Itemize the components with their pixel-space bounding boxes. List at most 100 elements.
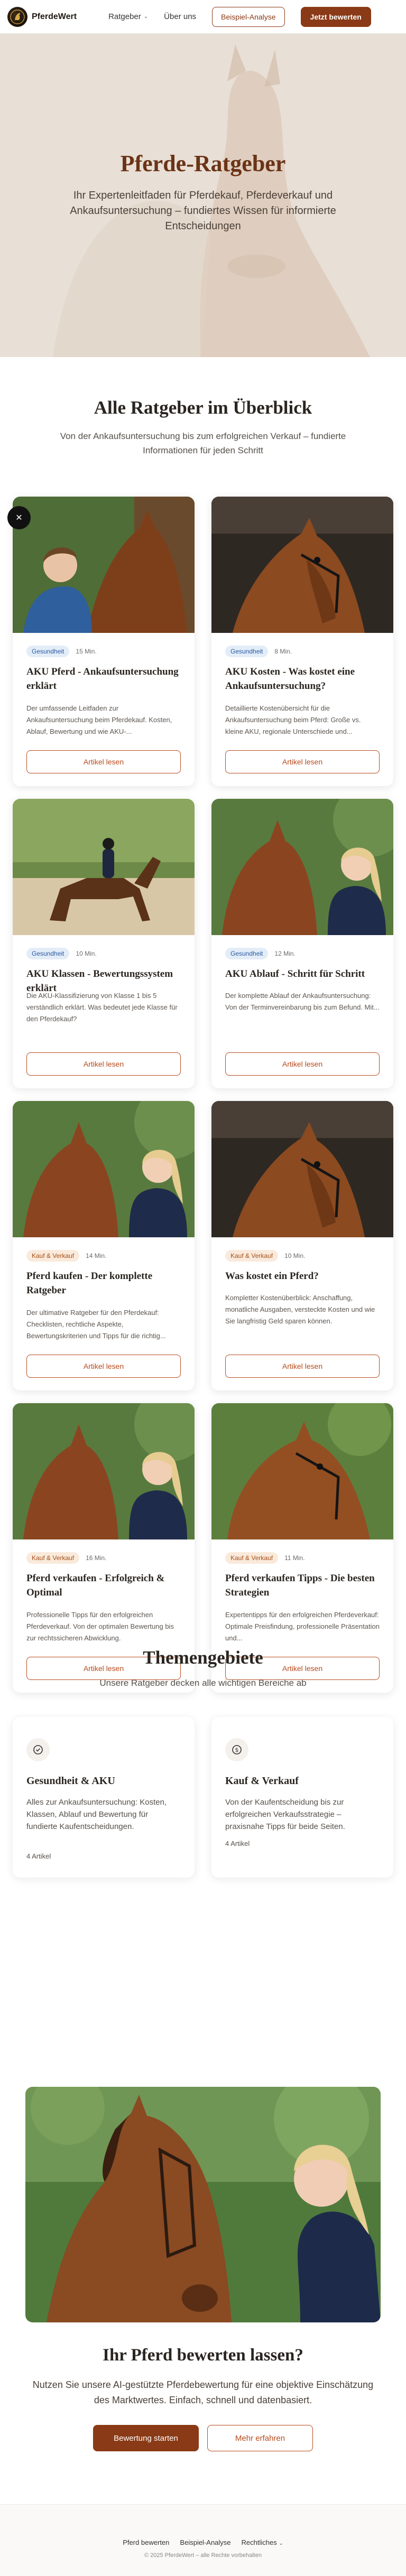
learn-more-button[interactable]: Mehr erfahren <box>207 2425 313 2451</box>
read-time: 14 Min. <box>86 1252 107 1259</box>
nav-item-label: Über uns <box>164 12 197 21</box>
category-badge: Gesundheit <box>26 948 70 959</box>
read-article-button[interactable]: Artikel lesen <box>225 1052 380 1076</box>
article-excerpt: Expertentipps für den erfolgreichen Pfer… <box>225 1611 380 1642</box>
topics-subtitle: Unsere Ratgeber decken alle wichtigen Be… <box>99 1678 307 1688</box>
article-title[interactable]: Was kostet ein Pferd? <box>225 1269 380 1283</box>
example-analysis-button[interactable]: Beispiel-Analyse <box>212 6 285 27</box>
article-excerpt: Der umfassende Leitfaden zur Ankaufsunte… <box>26 704 172 735</box>
category-badge: Gesundheit <box>225 646 269 657</box>
article-excerpt: Professionelle Tipps für den erfolgreich… <box>26 1611 174 1642</box>
footer-link-example[interactable]: Beispiel-Analyse <box>180 2538 230 2546</box>
read-article-button[interactable]: Artikel lesen <box>26 750 181 773</box>
brand-logo[interactable]: PferdeWert <box>7 6 77 27</box>
read-time: 15 Min. <box>76 648 97 655</box>
article-title[interactable]: AKU Kosten - Was kostet eine Ankaufsunte… <box>225 665 380 693</box>
read-article-button[interactable]: Artikel lesen <box>225 750 380 773</box>
article-card[interactable]: Kauf & Verkauf 10 Min. Was kostet ein Pfer… <box>211 1101 393 1390</box>
footer-link-label: Rechtliches <box>241 2538 277 2546</box>
topic-card-health[interactable]: Gesundheit & AKU Alles zur Ankaufsunters… <box>13 1717 195 1878</box>
article-image <box>13 1403 195 1539</box>
nav-item-ueber-uns[interactable]: Über uns <box>164 12 196 21</box>
evaluate-now-button[interactable]: Jetzt bewerten <box>300 6 371 27</box>
read-time: 12 Min. <box>274 950 296 957</box>
footer-link-legal[interactable]: Rechtliches ⌄ <box>242 2538 283 2546</box>
topic-article-count: 4 Artikel <box>225 1840 250 1847</box>
article-card[interactable]: Gesundheit 12 Min. AKU Ablauf - Schritt fü… <box>211 799 393 1088</box>
read-time: 10 Min. <box>76 950 97 957</box>
footer-nav: Pferd bewerten Beispiel-Analyse Rechtlic… <box>0 2538 406 2546</box>
svg-text:$: $ <box>235 1747 239 1753</box>
category-badge: Kauf & Verkauf <box>26 1250 80 1262</box>
read-article-button[interactable]: Artikel lesen <box>26 1355 181 1378</box>
chevron-down-icon: ⌄ <box>279 2541 283 2546</box>
article-title[interactable]: Pferd kaufen - Der komplette Ratgeber <box>26 1269 181 1298</box>
topic-title: Gesundheit & AKU <box>26 1775 115 1787</box>
topics-title: Themengebiete <box>143 1647 263 1668</box>
read-article-button[interactable]: Artikel lesen <box>225 1355 380 1378</box>
article-card[interactable]: Gesundheit 8 Min. AKU Kosten - Was kostet … <box>211 497 393 786</box>
article-image <box>13 497 195 633</box>
hero-subtitle: Ihr Expertenleitfaden für Pferdekauf, Pf… <box>70 190 336 232</box>
start-evaluation-button[interactable]: Bewertung starten <box>93 2425 199 2451</box>
article-image <box>211 1403 393 1539</box>
topic-description: Alles zur Ankaufsuntersuchung: Kosten, K… <box>26 1798 167 1831</box>
overview-title: Alle Ratgeber im Überblick <box>94 397 312 418</box>
article-meta: Gesundheit 8 Min. <box>225 646 292 657</box>
page-title: Pferde-Ratgeber <box>120 151 286 176</box>
floating-action-icon[interactable]: ✕ <box>7 506 31 529</box>
read-time: 16 Min. <box>86 1554 107 1562</box>
article-card[interactable]: Gesundheit 15 Min. AKU Pferd - Ankaufsunte… <box>13 497 195 786</box>
article-meta: Gesundheit 15 Min. <box>26 646 97 657</box>
horse-logo-icon <box>7 6 27 27</box>
article-excerpt: Die AKU-Klassifizierung von Klasse 1 bis… <box>26 992 178 1023</box>
topic-description: Von der Kaufentscheidung bis zur erfolgr… <box>225 1798 345 1831</box>
read-time: 10 Min. <box>284 1252 306 1259</box>
topic-card-trade[interactable]: $ Kauf & Verkauf Von der Kaufentscheidun… <box>211 1717 393 1878</box>
read-time: 8 Min. <box>274 648 292 655</box>
topic-article-count: 4 Artikel <box>26 1852 51 1860</box>
hero: Pferde-Ratgeber Ihr Expertenleitfaden fü… <box>0 34 406 357</box>
chevron-down-icon: ⌄ <box>143 14 149 20</box>
read-article-button[interactable]: Artikel lesen <box>26 1052 181 1076</box>
article-card[interactable]: Gesundheit 10 Min. AKU Klassen - Bewertung… <box>13 799 195 1088</box>
article-image <box>211 799 393 935</box>
article-card[interactable]: Kauf & Verkauf 14 Min. Pferd kaufen - Der … <box>13 1101 195 1390</box>
article-meta: Kauf & Verkauf 16 Min. <box>26 1552 106 1564</box>
copyright: © 2025 PferdeWert – alle Rechte vorbehal… <box>144 2552 262 2559</box>
article-excerpt: Kompletter Kostenüberblick: Anschaffung,… <box>225 1294 375 1325</box>
category-badge: Gesundheit <box>26 646 70 657</box>
article-title[interactable]: AKU Ablauf - Schritt für Schritt <box>225 967 380 981</box>
article-meta: Kauf & Verkauf 11 Min. <box>225 1552 305 1564</box>
dollar-icon: $ <box>225 1738 248 1761</box>
article-excerpt: Der ultimative Ratgeber für den Pferdeka… <box>26 1309 166 1340</box>
topic-title: Kauf & Verkauf <box>225 1775 299 1787</box>
category-badge: Gesundheit <box>225 948 269 959</box>
nav-item-ratgeber[interactable]: Ratgeber ⌄ <box>108 12 148 21</box>
site-header: PferdeWert Ratgeber ⌄ Über uns Beispiel-… <box>0 0 406 34</box>
article-image <box>13 799 195 935</box>
article-title[interactable]: Pferd verkaufen - Erfolgreich & Optimal <box>26 1571 181 1600</box>
overview-subtitle: Von der Ankaufsuntersuchung bis zum erfo… <box>60 431 346 455</box>
article-image <box>211 497 393 633</box>
article-meta: Gesundheit 10 Min. <box>26 948 97 959</box>
category-badge: Kauf & Verkauf <box>225 1552 279 1564</box>
shield-check-icon <box>26 1738 50 1761</box>
article-excerpt: Der komplette Ablauf der Ankaufsuntersuc… <box>225 992 380 1011</box>
article-image <box>211 1101 393 1237</box>
article-title[interactable]: Pferd verkaufen Tipps - Die besten Strat… <box>225 1571 380 1600</box>
article-excerpt: Detaillierte Kostenübersicht für die Ank… <box>225 704 361 735</box>
footer-link-evaluate[interactable]: Pferd bewerten <box>123 2538 169 2546</box>
article-meta: Kauf & Verkauf 10 Min. <box>225 1250 305 1262</box>
nav-item-label: Ratgeber <box>108 12 141 21</box>
cta-title: Ihr Pferd bewerten lassen? <box>103 2346 303 2365</box>
article-meta: Kauf & Verkauf 14 Min. <box>26 1250 106 1262</box>
cta-subtitle: Nutzen Sie unsere AI-gestützte Pferdebew… <box>32 2379 374 2405</box>
brand-name: PferdeWert <box>32 12 77 21</box>
article-title[interactable]: AKU Pferd - Ankaufsuntersuchung erklärt <box>26 665 181 693</box>
article-meta: Gesundheit 12 Min. <box>225 948 296 959</box>
main-nav: Ratgeber ⌄ Über uns <box>108 12 196 21</box>
article-image <box>13 1101 195 1237</box>
category-badge: Kauf & Verkauf <box>26 1552 80 1564</box>
category-badge: Kauf & Verkauf <box>225 1250 279 1262</box>
